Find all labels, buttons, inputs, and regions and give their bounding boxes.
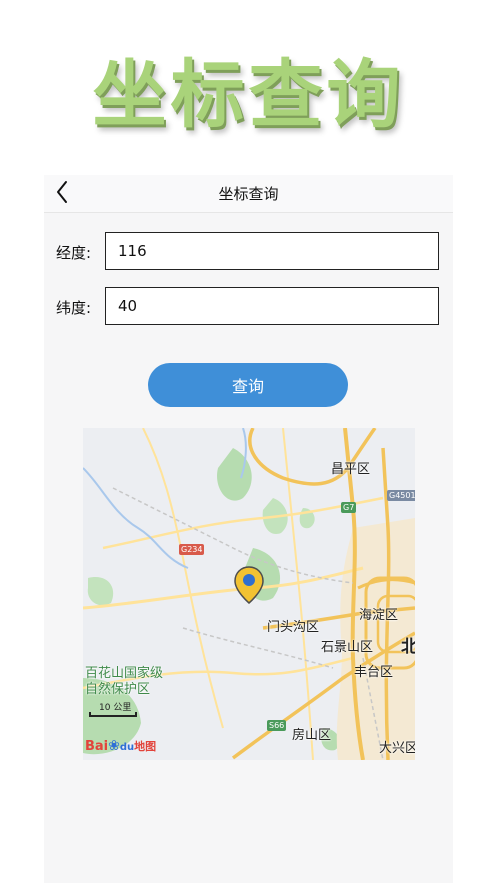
road-shield-g4501: G4501: [387, 490, 415, 501]
navbar: 坐标查询: [44, 175, 453, 213]
place-fengtai: 丰台区: [354, 665, 394, 680]
road-shield-s66: S66: [267, 720, 287, 731]
map-view[interactable]: G4501 G7 G234 S66 昌平区 海淀区 门头沟区 石景山区 北 丰台…: [83, 428, 415, 760]
place-daxing: 大兴区: [379, 741, 415, 756]
banner-title: 坐标查询: [92, 52, 405, 138]
longitude-input[interactable]: [105, 232, 439, 270]
banner: 坐标查询: [0, 40, 497, 150]
place-mentougou: 门头沟区: [267, 620, 320, 635]
place-baihuashan-line2: 自然保护区: [85, 682, 151, 697]
latitude-label: 纬度:: [56, 299, 92, 317]
place-shijingshan: 石景山区: [321, 640, 374, 655]
road-shield-g7: G7: [341, 502, 357, 513]
baidu-logo-ditu: 地图: [134, 740, 157, 753]
longitude-row: 经度:: [56, 232, 441, 272]
baidu-map-logo: Bai❀du地图: [85, 738, 156, 754]
latitude-row: 纬度:: [56, 287, 441, 327]
place-beijing: 北: [401, 637, 415, 657]
phone-screen: 坐标查询 经度: 纬度: 查询: [44, 175, 453, 883]
longitude-label: 经度:: [56, 244, 92, 262]
place-changping: 昌平区: [331, 462, 371, 477]
paw-icon: ❀: [108, 738, 120, 754]
latitude-input[interactable]: [105, 287, 439, 325]
place-fangshan: 房山区: [292, 728, 332, 743]
place-haidian: 海淀区: [359, 608, 399, 623]
query-button[interactable]: 查询: [148, 363, 348, 407]
nav-title: 坐标查询: [218, 185, 279, 203]
map-pin-icon[interactable]: [234, 566, 264, 604]
baidu-logo-du: du: [119, 742, 135, 753]
map-scale: 10 公里: [89, 700, 139, 720]
baidu-logo-bai: Bai: [85, 739, 109, 754]
map-scale-line: [89, 712, 137, 717]
road-shield-g234: G234: [179, 544, 205, 555]
